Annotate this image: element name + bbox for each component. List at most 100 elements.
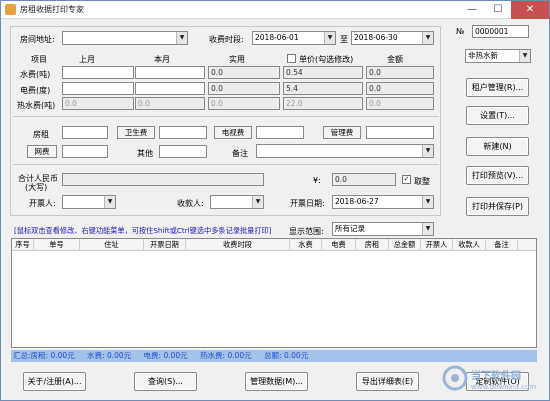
th-electric[interactable]: 电费 — [322, 239, 356, 251]
payee-select[interactable]: ▼ — [210, 195, 264, 209]
chevron-down-icon: ▼ — [519, 50, 530, 62]
period-end-select[interactable]: 2018-06-30 ▼ — [351, 31, 434, 45]
chevron-down-icon: ▼ — [422, 32, 433, 44]
th-index[interactable]: 序号 — [12, 239, 34, 251]
address-select[interactable]: ▼ — [62, 31, 188, 45]
th-drawer[interactable]: 开票人 — [421, 239, 453, 251]
management-fee-button[interactable]: 管理费 — [323, 126, 361, 139]
summary-rent: 汇总:房租: 0.00元 — [13, 351, 75, 360]
th-remark[interactable]: 备注 — [486, 239, 518, 251]
receipt-no-field[interactable]: 0000001 — [472, 25, 529, 38]
other-field[interactable] — [159, 145, 207, 158]
settings-button[interactable]: 设置(T)... — [466, 106, 529, 125]
remark-select[interactable]: ▼ — [256, 144, 434, 158]
period-label: 收费时段: — [209, 35, 244, 44]
drawer-select[interactable]: ▼ — [62, 195, 116, 209]
electric-used-field: 0.0 — [208, 82, 280, 95]
chevron-down-icon: ▼ — [324, 32, 335, 44]
water-type-select[interactable]: 非热水新 ▼ — [465, 49, 531, 63]
th-total[interactable]: 总金额 — [389, 239, 421, 251]
hotwater-used-field: 0.0 — [208, 97, 280, 110]
col-item: 项目 — [31, 55, 47, 64]
electric-price-field: 5.4 — [283, 82, 363, 95]
water-price-field: 0.54 — [283, 66, 363, 79]
total-amount-field: 0.0 — [332, 173, 396, 186]
total-uppercase-field — [62, 173, 264, 186]
total-label-sub: (大写) — [25, 183, 48, 192]
network-fee-field[interactable] — [62, 145, 108, 158]
usage-hint: [鼠标双击查看修改、右键功能菜单，可按住Shift或Ctrl键选中多条记录批量打… — [14, 226, 272, 235]
new-button[interactable]: 新建(N) — [466, 137, 529, 156]
receipt-no-label: № — [456, 27, 465, 36]
close-icon[interactable]: ✕ — [511, 1, 549, 19]
chevron-down-icon: ▼ — [104, 196, 115, 208]
th-rent[interactable]: 房租 — [356, 239, 389, 251]
export-detail-button[interactable]: 导出详细表(E) — [356, 372, 419, 391]
water-last-field[interactable] — [62, 66, 134, 79]
sanitation-fee-button[interactable]: 卫生费 — [117, 126, 155, 139]
col-this: 本月 — [154, 55, 170, 64]
payee-label: 收款人: — [177, 199, 204, 208]
display-range-select[interactable]: 所有记录 ▼ — [332, 222, 434, 236]
hotwater-label: 热水费(吨) — [17, 101, 56, 110]
electric-last-field[interactable] — [62, 82, 134, 95]
electric-amount-field: 0.0 — [366, 82, 434, 95]
main-form-group — [10, 26, 441, 216]
chevron-down-icon: ▼ — [422, 145, 433, 157]
maximize-icon[interactable]: ☐ — [485, 1, 511, 19]
chevron-down-icon: ▼ — [176, 32, 187, 44]
query-button[interactable]: 查询(S)... — [134, 372, 197, 391]
manage-data-button[interactable]: 管理数据(M)... — [245, 372, 308, 391]
th-number[interactable]: 单号 — [34, 239, 80, 251]
col-used: 实用 — [229, 55, 245, 64]
chevron-down-icon: ▼ — [422, 196, 433, 208]
other-label: 其他 — [137, 149, 153, 158]
summary-hot-water: 热水费: 0.00元 — [200, 351, 252, 360]
summary-grand-total: 总额: 0.00元 — [264, 351, 309, 360]
round-checkbox[interactable]: ✓ — [402, 175, 411, 184]
remark-label: 备注 — [232, 149, 248, 158]
print-save-button[interactable]: 打印并保存(P) — [466, 197, 529, 216]
print-preview-button[interactable]: 打印预览(V)... — [466, 166, 529, 185]
col-amount: 金额 — [387, 55, 403, 64]
window-title: 房租收据打印专家 — [20, 5, 84, 14]
water-label: 水费(吨) — [20, 70, 51, 79]
th-period[interactable]: 收费时段 — [186, 239, 290, 251]
electric-this-field[interactable] — [135, 82, 205, 95]
summary-electric: 电费: 0.00元 — [143, 351, 188, 360]
management-fee-field[interactable] — [366, 126, 434, 139]
tv-fee-field[interactable] — [256, 126, 304, 139]
title-bar: 房租收据打印专家 — ☐ ✕ — [1, 1, 549, 19]
divider — [13, 164, 439, 165]
th-water[interactable]: 水费 — [290, 239, 322, 251]
price-edit-checkbox[interactable] — [287, 54, 296, 63]
date-label: 开票日期: — [290, 199, 325, 208]
th-date[interactable]: 开票日期 — [144, 239, 186, 251]
tenant-management-button[interactable]: 租户管理(R)... — [466, 78, 529, 97]
water-amount-field: 0.0 — [366, 66, 434, 79]
hotwater-last-field: 0.0 — [62, 97, 134, 110]
minimize-icon[interactable]: — — [459, 1, 485, 19]
th-payee[interactable]: 收款人 — [453, 239, 486, 251]
water-used-field: 0.0 — [208, 66, 280, 79]
th-address[interactable]: 住址 — [80, 239, 144, 251]
col-last: 上月 — [79, 55, 95, 64]
period-to-label: 至 — [340, 35, 348, 44]
rent-field[interactable] — [62, 126, 108, 139]
electric-label: 电费(度) — [20, 86, 51, 95]
period-start-select[interactable]: 2018-06-01 ▼ — [252, 31, 336, 45]
sanitation-fee-field[interactable] — [159, 126, 207, 139]
records-table[interactable]: 序号 单号 住址 开票日期 收费时段 水费 电费 房租 总金额 开票人 收款人 … — [11, 238, 537, 348]
summary-water: 水费: 0.00元 — [87, 351, 132, 360]
watermark-url: www.downxia.com — [471, 383, 537, 391]
table-header: 序号 单号 住址 开票日期 收费时段 水费 电费 房租 总金额 开票人 收款人 … — [12, 239, 536, 251]
about-register-button[interactable]: 关于/注册(A)... — [23, 372, 86, 391]
network-fee-button[interactable]: 网费 — [27, 145, 57, 158]
water-this-field[interactable] — [135, 66, 205, 79]
currency-symbol: ¥: — [313, 176, 321, 185]
date-select[interactable]: 2018-06-27 ▼ — [332, 195, 434, 209]
round-label: 取整 — [414, 177, 430, 186]
watermark-text: 当下软件园 — [471, 371, 521, 382]
divider — [13, 116, 439, 117]
tv-fee-button[interactable]: 电视费 — [214, 126, 252, 139]
